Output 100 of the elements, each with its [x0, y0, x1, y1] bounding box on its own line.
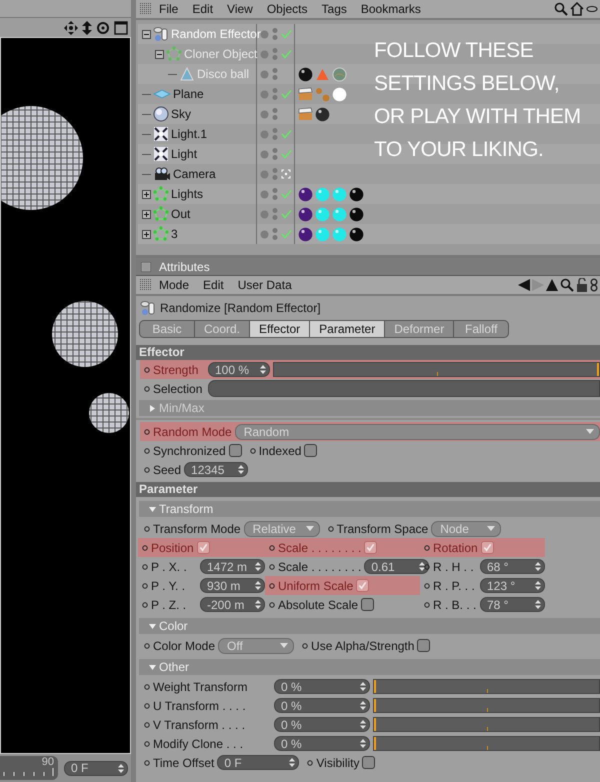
tab[interactable]: Falloff — [453, 320, 510, 338]
check-icon[interactable] — [281, 29, 292, 39]
slider-track[interactable] — [373, 717, 600, 732]
material-ball-icon[interactable] — [298, 226, 313, 242]
eye-icon[interactable] — [586, 4, 598, 14]
checkbox[interactable] — [362, 756, 376, 769]
check-icon[interactable] — [281, 189, 292, 199]
number-field[interactable]: 0 % — [274, 717, 370, 732]
object-name[interactable]: Light.1 — [171, 127, 208, 141]
object-name[interactable]: 3 — [171, 227, 178, 241]
slider-marker[interactable] — [597, 363, 599, 376]
number-field[interactable]: 1472 m — [200, 559, 265, 574]
menu-item[interactable]: Edit — [185, 2, 220, 16]
number-field[interactable]: 0.61 — [364, 559, 430, 574]
object-name[interactable]: Light — [171, 147, 198, 161]
globe-icon[interactable] — [332, 66, 347, 82]
slider-marker[interactable] — [374, 680, 376, 693]
slider-track[interactable] — [373, 736, 600, 751]
number-field[interactable]: 12345 — [184, 462, 248, 477]
window-icon[interactable] — [114, 20, 128, 34]
checkbox[interactable] — [304, 444, 318, 457]
menu-item[interactable]: Objects — [260, 2, 315, 16]
number-field[interactable]: 0 % — [274, 736, 370, 751]
tab[interactable]: Coord. — [194, 320, 250, 338]
dropdown[interactable]: Off — [218, 638, 294, 654]
check-icon[interactable] — [281, 209, 292, 219]
menu-item[interactable]: Mode — [152, 278, 196, 292]
dropdown[interactable]: Node — [431, 520, 502, 536]
material-ball-icon[interactable] — [349, 186, 364, 202]
collapse-icon[interactable] — [142, 30, 151, 38]
timeline-ruler[interactable]: 90 — [0, 756, 58, 780]
vertical-arrows-icon[interactable] — [82, 20, 92, 34]
menu-item[interactable]: Edit — [196, 278, 231, 292]
menu-item[interactable]: User Data — [230, 278, 299, 292]
selection-field[interactable] — [208, 380, 600, 397]
menu-item[interactable]: File — [152, 2, 186, 16]
rotate-icon[interactable] — [96, 20, 110, 34]
checkbox[interactable] — [417, 639, 430, 652]
check-icon[interactable] — [281, 129, 292, 139]
object-name[interactable]: Sky — [171, 107, 192, 121]
home-icon[interactable] — [570, 2, 584, 16]
expand-icon[interactable] — [142, 210, 151, 218]
number-field[interactable]: 123 ° — [480, 578, 545, 593]
number-field[interactable]: 100 % — [208, 362, 270, 377]
check-icon[interactable] — [281, 229, 292, 239]
group-header[interactable]: Transform — [139, 501, 600, 517]
tab[interactable]: Deformer — [384, 320, 454, 338]
clapperboard-icon[interactable] — [298, 86, 313, 102]
slider-track[interactable] — [373, 698, 600, 713]
number-field[interactable]: 930 m — [200, 578, 265, 593]
target-icon[interactable] — [281, 169, 291, 179]
checkbox[interactable] — [228, 444, 242, 457]
menu-item[interactable]: Bookmarks — [354, 2, 428, 16]
material-ball-icon[interactable] — [298, 206, 313, 222]
number-field[interactable]: 0 % — [274, 698, 370, 713]
group-header[interactable]: Color — [139, 618, 600, 634]
number-field[interactable]: 0 F — [217, 755, 300, 770]
checkbox[interactable] — [196, 541, 210, 554]
menu-item[interactable]: View — [220, 2, 260, 16]
object-name[interactable]: Random Effector — [171, 27, 261, 41]
checkbox[interactable] — [361, 598, 374, 611]
menu-item[interactable]: Tags — [314, 2, 354, 16]
back-arrow-icon[interactable] — [518, 279, 530, 291]
search-icon[interactable] — [560, 278, 574, 292]
material-ball-icon[interactable] — [298, 186, 313, 202]
move-icon[interactable] — [64, 20, 78, 34]
material-ball-icon[interactable] — [349, 226, 364, 242]
material-ball-icon[interactable] — [349, 206, 364, 222]
object-name[interactable]: Lights — [171, 187, 204, 201]
number-field[interactable]: 68 ° — [480, 559, 545, 574]
checkbox[interactable] — [480, 541, 494, 554]
expand-icon[interactable] — [142, 190, 151, 198]
search-icon[interactable] — [554, 2, 568, 16]
slider-marker[interactable] — [374, 737, 376, 750]
dropdown[interactable]: Relative — [244, 520, 320, 536]
material-ball-icon[interactable] — [298, 66, 313, 82]
number-field[interactable]: 0 % — [274, 679, 370, 694]
number-field[interactable]: 78 ° — [480, 597, 545, 612]
slider-track[interactable] — [373, 679, 600, 694]
viewport-panel[interactable] — [0, 37, 131, 754]
material-ball-icon[interactable] — [315, 106, 330, 122]
expand-icon[interactable] — [142, 230, 151, 238]
tab[interactable]: Parameter — [309, 320, 386, 338]
check-icon[interactable] — [281, 89, 292, 99]
number-field[interactable]: -200 m — [200, 597, 265, 612]
object-name[interactable]: Out — [171, 207, 190, 221]
up-arrow-icon[interactable] — [546, 279, 558, 291]
tab[interactable]: Effector — [249, 320, 310, 338]
object-name[interactable]: Camera — [173, 167, 216, 181]
group-header[interactable]: Other — [139, 659, 600, 675]
link-icon[interactable] — [590, 278, 598, 292]
check-icon[interactable] — [281, 149, 292, 159]
checkbox[interactable] — [356, 579, 370, 592]
dropdown[interactable]: Random — [234, 424, 600, 440]
frame-field[interactable]: 0 F — [64, 760, 128, 776]
object-name[interactable]: Plane — [173, 87, 204, 101]
clapperboard-icon[interactable] — [298, 106, 313, 122]
checkbox[interactable] — [364, 541, 378, 554]
slider-marker[interactable] — [374, 718, 376, 731]
tab[interactable]: Basic — [139, 320, 195, 338]
